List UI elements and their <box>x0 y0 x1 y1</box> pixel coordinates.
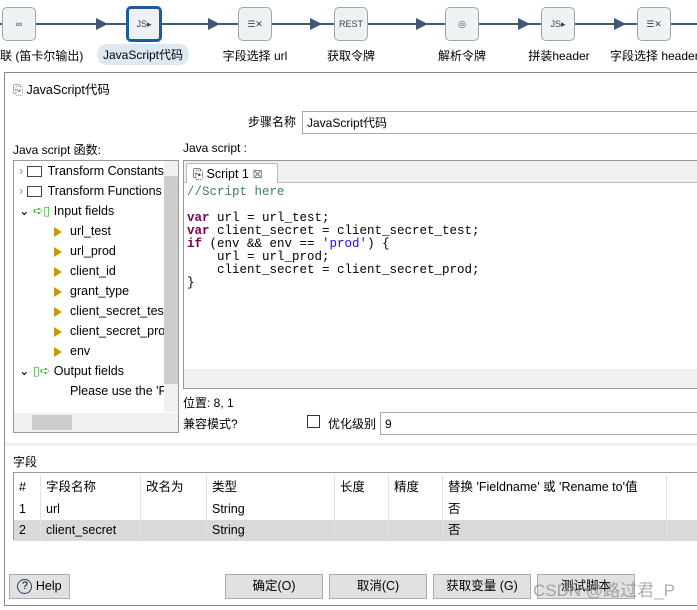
tree-item-field[interactable]: url_prod <box>54 241 116 261</box>
script-code[interactable]: //Script here var url = url_test; var cl… <box>184 183 697 293</box>
step-label[interactable]: 字段选择 url <box>223 47 288 64</box>
get-variables-button[interactable]: 获取变量 (G) <box>433 574 531 599</box>
help-icon: ? <box>17 579 33 595</box>
step-json-icon[interactable]: ◎ <box>445 7 479 41</box>
fields-table: # 字段名称 改名为 类型 长度 精度 替换 'Fieldname' 或 'Re… <box>13 472 697 541</box>
step-javascript2-icon[interactable]: JS▸ <box>541 7 575 41</box>
field-icon <box>54 266 62 277</box>
optimize-level-input[interactable] <box>380 412 697 435</box>
dialog-title: ⎘ JavaScript代码 <box>13 83 110 97</box>
field-icon <box>54 306 62 317</box>
cancel-button[interactable]: 取消(C) <box>329 574 427 599</box>
tree-item-transform-functions[interactable]: › Transform Functions <box>19 181 162 201</box>
cell[interactable]: String <box>207 520 335 541</box>
tree-item-field[interactable]: client_id <box>54 261 116 281</box>
compat-mode-label: 兼容模式? <box>183 417 238 431</box>
step-label[interactable]: 拼装header <box>528 47 589 64</box>
editor-horizontal-scrollbar[interactable] <box>184 369 697 388</box>
hop-arrow-icon <box>208 18 220 30</box>
close-icon[interactable]: ⊠ <box>252 167 262 181</box>
tree-item-field[interactable]: env <box>54 341 90 361</box>
cell[interactable]: url <box>41 499 141 520</box>
step-label[interactable]: JavaScript代码 <box>96 44 190 65</box>
help-button[interactable]: ? Help <box>9 574 70 599</box>
field-icon <box>54 246 62 257</box>
column-header[interactable]: 字段名称 <box>41 475 141 499</box>
step-select-url-icon[interactable]: ☰✕ <box>238 7 272 41</box>
column-header[interactable]: 替换 'Fieldname' 或 'Rename to'值 <box>443 475 667 499</box>
tree-item-output-fields[interactable]: ⌄ ▯➪ Output fields <box>19 361 124 381</box>
input-fields-icon: ➪▯ <box>32 204 51 218</box>
hop-arrow-icon <box>310 18 322 30</box>
step-label[interactable]: 关联 (笛卡尔输出) <box>0 47 83 64</box>
ok-button[interactable]: 确定(O) <box>225 574 323 599</box>
tree-item-field[interactable]: client_secret_prod <box>54 321 172 341</box>
cell: 2 <box>14 520 41 541</box>
column-header[interactable]: 长度 <box>335 475 389 499</box>
cell: 1 <box>14 499 41 520</box>
column-header[interactable]: # <box>14 475 41 499</box>
cell[interactable] <box>141 520 207 541</box>
script-editor[interactable]: ⎘ Script 1 ⊠ //Script here var url = url… <box>183 160 697 389</box>
cell[interactable] <box>389 520 443 541</box>
table-row[interactable]: 2 client_secret String 否 <box>14 520 697 541</box>
step-rest-icon[interactable]: REST <box>334 7 368 41</box>
field-icon <box>54 346 62 357</box>
hop-arrow-icon <box>96 18 108 30</box>
tree-item-field[interactable]: client_secret_test <box>54 301 167 321</box>
functions-tree: › Transform Constants › Transform Functi… <box>13 160 179 433</box>
scrollbar-thumb[interactable] <box>32 415 72 430</box>
table-row[interactable]: 1 url String 否 <box>14 499 697 520</box>
field-icon <box>54 226 62 237</box>
script-label: Java script : <box>183 141 248 155</box>
tab-script-1[interactable]: ⎘ Script 1 ⊠ <box>186 163 278 183</box>
step-label[interactable]: 字段选择 header <box>610 47 697 64</box>
folder-icon <box>26 166 42 178</box>
script-icon: ⎘ <box>193 167 207 181</box>
cell[interactable] <box>335 499 389 520</box>
field-icon <box>54 286 62 297</box>
column-header[interactable]: 类型 <box>207 475 335 499</box>
step-label[interactable]: 获取令牌 <box>327 47 375 64</box>
watermark: CSDN @路过君_P <box>533 581 675 600</box>
tree-item-field[interactable]: url_test <box>54 221 111 241</box>
hop-arrow-icon <box>518 18 530 30</box>
cell[interactable] <box>389 499 443 520</box>
hop-arrow-icon <box>416 18 428 30</box>
fields-label: 字段 <box>13 455 38 469</box>
table-header: # 字段名称 改名为 类型 长度 精度 替换 'Fieldname' 或 'Re… <box>14 475 697 499</box>
column-header[interactable]: 改名为 <box>141 475 207 499</box>
scrollbar-thumb[interactable] <box>164 176 178 384</box>
tree-item-hint: Please use the 'Fields' table <box>70 384 178 398</box>
cell[interactable] <box>141 499 207 520</box>
step-label[interactable]: 解析令牌 <box>438 47 486 64</box>
hop-arrow-icon <box>614 18 626 30</box>
folder-icon <box>26 186 42 198</box>
compat-mode-checkbox[interactable] <box>307 415 320 428</box>
cell[interactable] <box>335 520 389 541</box>
tree-item-field[interactable]: grant_type <box>54 281 129 301</box>
cell[interactable]: client_secret <box>41 520 141 541</box>
column-header[interactable]: 精度 <box>389 475 443 499</box>
transformation-canvas: ∞ JS▸ ☰✕ REST ◎ JS▸ ☰✕ 关联 (笛卡尔输出) JavaSc… <box>0 0 697 72</box>
functions-label: Java script 函数: <box>13 143 102 157</box>
horizontal-scrollbar[interactable] <box>14 413 178 432</box>
javascript-icon: ⎘ <box>13 83 27 97</box>
step-javascript-icon[interactable]: JS▸ <box>126 6 162 42</box>
divider <box>5 443 697 446</box>
tree-item-input-fields[interactable]: ⌄ ➪▯ Input fields <box>19 201 114 221</box>
step-select-header-icon[interactable]: ☰✕ <box>637 7 671 41</box>
cell[interactable]: 否 <box>443 520 667 541</box>
tree-item-transform-constants[interactable]: › Transform Constants <box>19 161 164 181</box>
cell[interactable]: 否 <box>443 499 667 520</box>
step-name-input[interactable] <box>302 111 697 134</box>
output-fields-icon: ▯➪ <box>32 364 51 378</box>
cell[interactable]: String <box>207 499 335 520</box>
field-icon <box>54 326 62 337</box>
cursor-position: 位置: 8, 1 <box>183 396 234 410</box>
step-join-icon[interactable]: ∞ <box>2 7 36 41</box>
optimize-level-label: 优化级别 <box>328 417 377 431</box>
step-name-label: 步骤名称 <box>248 115 297 129</box>
